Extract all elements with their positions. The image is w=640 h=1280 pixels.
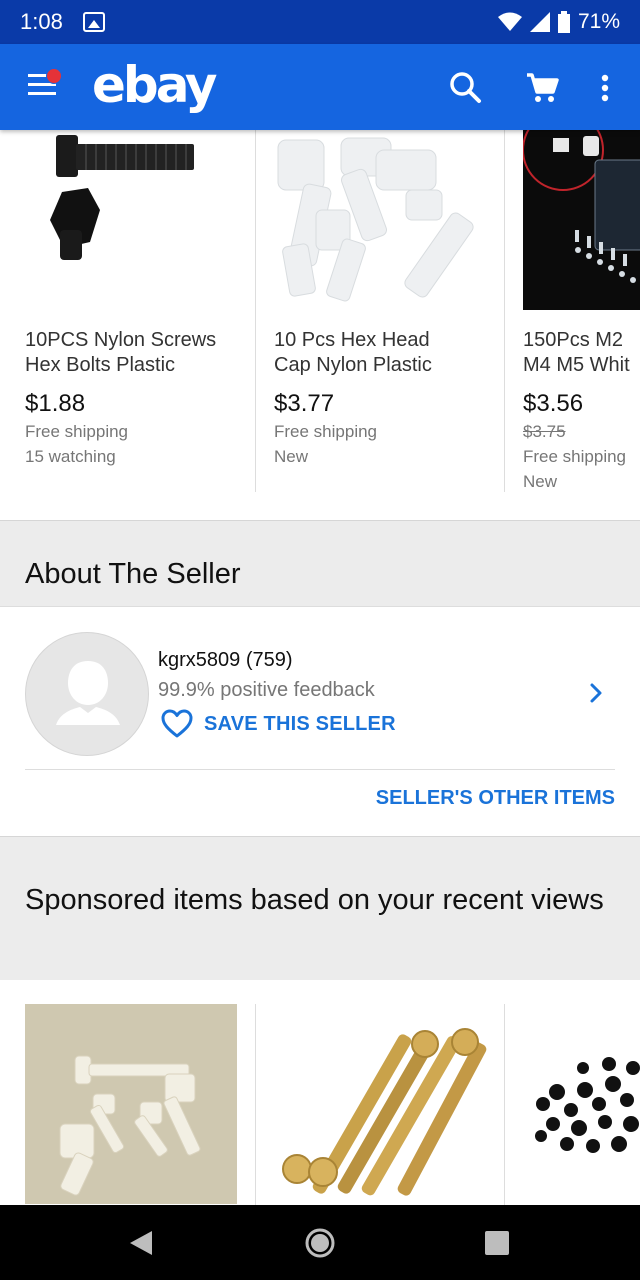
user-placeholder-icon [56,661,120,725]
seller-avatar [25,632,149,756]
card-divider [255,1004,256,1206]
system-nav-bar [0,1205,640,1280]
card-divider [504,1004,505,1206]
recent-apps-icon[interactable] [485,1231,509,1255]
product-image [523,130,640,310]
home-icon[interactable] [304,1227,336,1259]
original-price: $3.75 [523,422,566,441]
menu-button[interactable] [28,68,62,100]
product-price: $3.56 [523,390,584,417]
condition-text: New [274,447,309,466]
watching-count: 15 watching [25,447,116,466]
back-icon[interactable] [128,1229,154,1257]
shipping-text: Free shipping [274,422,378,441]
app-bar: ebay [0,44,640,130]
product-image[interactable] [523,1004,640,1204]
section-title-about-seller: About The Seller [25,558,241,590]
product-image[interactable] [25,1004,237,1204]
status-bar: 1:08 71% [0,0,640,44]
ebay-logo: ebay [92,56,217,114]
more-options-icon[interactable] [590,68,620,108]
seller-name[interactable]: kgrx5809 (759) [158,649,293,672]
battery-icon [557,11,570,33]
divider [25,769,615,770]
save-seller-label: SAVE THIS SELLER [204,712,396,735]
product-card[interactable]: 10 Pcs Hex Head Cap Nylon Plastic $3.77 … [256,130,504,494]
cart-icon[interactable] [522,68,562,108]
product-carousel: 10PCS Nylon Screws Hex Bolts Plastic $1.… [0,130,640,500]
product-image [0,130,255,310]
condition-text: New [523,472,558,491]
product-card[interactable]: 10PCS Nylon Screws Hex Bolts Plastic $1.… [0,130,255,494]
heart-icon [161,709,193,738]
shipping-text: Free shipping [523,447,627,466]
sellers-other-items-link[interactable]: SELLER'S OTHER ITEMS [376,787,615,810]
product-price: $3.77 [274,390,335,417]
status-time: 1:08 [20,9,63,34]
chevron-right-icon[interactable] [586,681,606,705]
product-title: 10PCS Nylon Screws Hex Bolts Plastic [25,329,217,376]
search-icon[interactable] [446,68,486,108]
shipping-text: Free shipping [25,422,129,441]
product-price: $1.88 [25,390,86,417]
cell-signal-icon [529,12,550,32]
product-card[interactable]: 150Pcs M2 M4 M5 Whit $3.56 $3.75 Free sh… [505,130,640,494]
seller-feedback: 99.9% positive feedback [158,679,375,701]
product-title: 150Pcs M2 M4 M5 Whit [523,329,630,376]
product-image [256,130,504,310]
wifi-icon [497,12,522,31]
seller-card: kgrx5809 (759) 99.9% positive feedback S… [0,606,640,834]
section-title-sponsored: Sponsored items based on your recent vie… [25,884,604,916]
notification-dot [46,68,62,84]
image-notification-icon [82,12,105,32]
product-title: 10 Pcs Hex Head Cap Nylon Plastic [274,329,432,376]
save-seller-button[interactable]: SAVE THIS SELLER [160,707,396,741]
product-image[interactable] [275,1004,487,1204]
sponsored-carousel [0,980,640,1206]
battery-percent: 71% [577,10,620,33]
